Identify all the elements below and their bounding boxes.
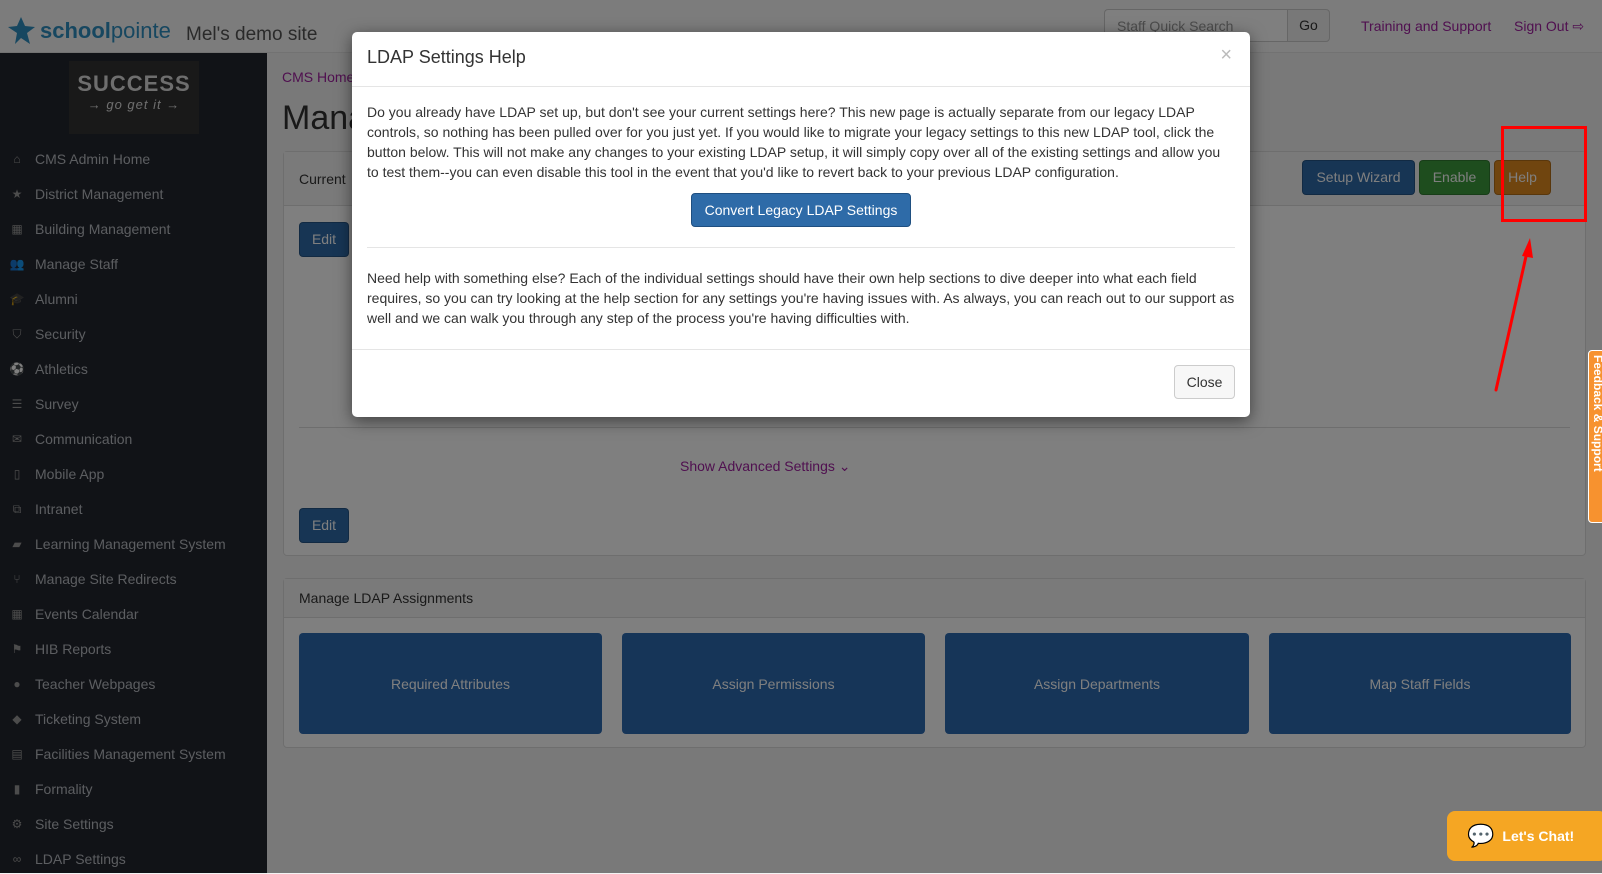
feedback-tab[interactable]: Feedback & Support <box>1588 350 1602 523</box>
annotation-arrow <box>1494 238 1533 392</box>
lets-chat-button[interactable]: 💬 Let's Chat! <box>1447 811 1602 861</box>
feedback-label: Feedback & Support <box>1591 355 1602 472</box>
chat-label: Let's Chat! <box>1502 828 1575 844</box>
chat-bubble-icon: 💬 <box>1467 823 1495 848</box>
